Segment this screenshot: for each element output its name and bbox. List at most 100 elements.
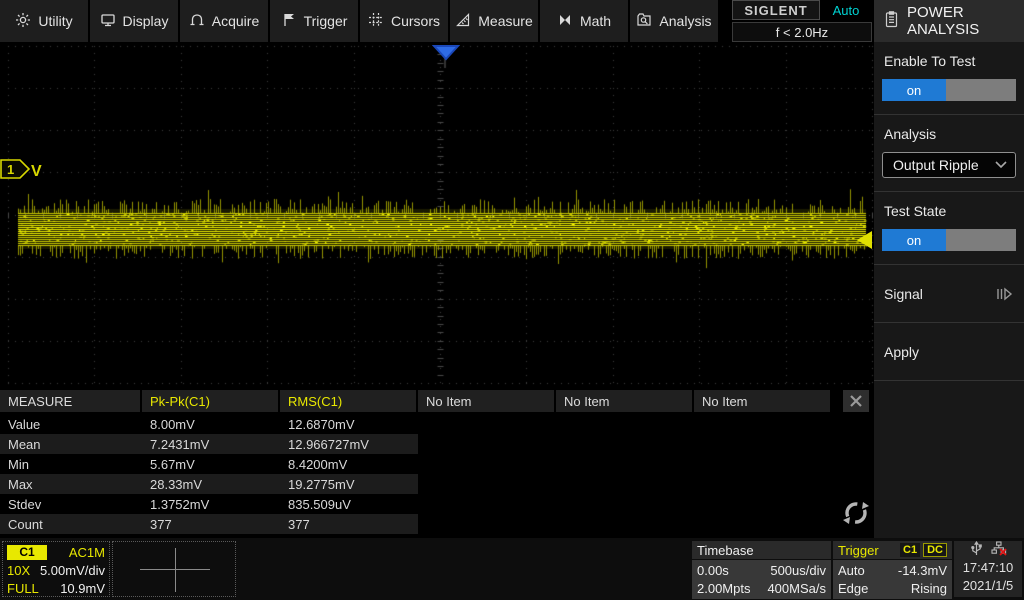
trigger-mode: Auto (838, 562, 865, 578)
measure-row-stdev: Stdev 1.3752mV 835.509uV (0, 494, 874, 514)
measure-close-button[interactable] (843, 390, 869, 412)
trigger-descriptor[interactable]: Trigger C1 DC Auto -14.3mV Edge Rising (833, 541, 952, 599)
system-time: 17:47:10 (962, 560, 1014, 575)
empty-channel-slot[interactable] (112, 541, 236, 597)
channel1-level-marker[interactable]: 1 V (0, 158, 44, 180)
test-state-toggle[interactable]: on (882, 229, 1016, 251)
apply-button[interactable]: Apply (874, 323, 1024, 381)
measure-icon (455, 12, 471, 31)
trigger-title: Trigger (838, 542, 879, 558)
row-label: Count (0, 514, 142, 534)
menu-display[interactable]: Display (90, 0, 178, 42)
row-label: Max (0, 474, 142, 494)
toggle-off-state (946, 229, 1016, 251)
channel1-bandwidth: FULL (7, 580, 39, 596)
measure-row-count: Count 377 377 (0, 514, 874, 534)
measure-col-noitem-1[interactable]: No Item (418, 390, 556, 412)
bottom-status-bar: C1 AC1M 10X 5.00mV/div FULL 10.9mV Timeb… (0, 538, 1024, 600)
menu-measure[interactable]: Measure (450, 0, 538, 42)
menu-analysis[interactable]: Analysis (630, 0, 718, 42)
timebase-delay: 0.00s (697, 562, 729, 578)
trigger-coupling-badge: DC (923, 543, 947, 557)
row-label: Mean (0, 434, 142, 454)
cell-value: 377 (280, 514, 418, 534)
signal-menu-button[interactable]: Signal (874, 265, 1024, 323)
math-icon (557, 12, 573, 31)
test-state-label: Test State (884, 203, 947, 219)
menu-cursors-label: Cursors (390, 13, 440, 29)
timebase-descriptor[interactable]: Timebase 0.00s 500us/div 2.00Mpts 400MSa… (692, 541, 831, 599)
apply-label: Apply (884, 343, 920, 360)
measure-col-noitem-2[interactable]: No Item (556, 390, 694, 412)
measure-title: MEASURE (0, 390, 142, 412)
channel1-attenuation: 10X (7, 562, 31, 578)
timebase-title: Timebase (692, 541, 831, 559)
cell-value: 1.3752mV (150, 496, 210, 512)
measure-col-rms[interactable]: RMS(C1) (280, 390, 418, 412)
flag-icon (281, 12, 297, 31)
analysis-type-dropdown[interactable]: Output Ripple (882, 152, 1016, 178)
menu-math-label: Math (579, 13, 612, 29)
menu-trigger-label: Trigger (303, 13, 348, 29)
measure-col-noitem-3[interactable]: No Item (694, 390, 832, 412)
toggle-off-state (946, 79, 1016, 101)
system-date: 2021/1/5 (962, 578, 1014, 593)
refresh-icon (843, 502, 869, 524)
crosshair-icon (175, 548, 176, 592)
submenu-arrow-icon (997, 287, 1013, 300)
channel1-offset: 10.9mV (60, 580, 105, 596)
section-test-state: Test State on (874, 192, 1024, 265)
menu-measure-label: Measure (478, 13, 533, 29)
cell-value: 835.509uV (288, 496, 351, 512)
clipboard-icon (884, 10, 899, 32)
timebase-memdepth: 2.00Mpts (697, 580, 751, 596)
signal-label: Signal (884, 285, 923, 302)
panel-title: POWER ANALYSIS (907, 4, 980, 38)
cell-value: 8.4200mV (288, 456, 348, 472)
measure-header-row: MEASURE Pk-Pk(C1) RMS(C1) No Item No Ite… (0, 390, 874, 412)
toggle-on-state: on (882, 79, 946, 101)
trigger-position-marker[interactable] (432, 45, 460, 61)
cell-value: 377 (142, 514, 280, 534)
status-block: SIGLENT Auto f < 2.0Hz (732, 0, 872, 42)
analysis-label: Analysis (884, 126, 937, 142)
cell-value: 12.966727mV (280, 434, 418, 454)
enable-to-test-label: Enable To Test (884, 53, 976, 69)
menu-math[interactable]: Math (540, 0, 628, 42)
toggle-on-state: on (882, 229, 946, 251)
statistics-reset-button[interactable] (843, 500, 869, 526)
trigger-level-marker[interactable] (855, 230, 873, 250)
cell-value: 19.2775mV (280, 474, 418, 494)
gear-icon (15, 12, 31, 31)
measure-col-pkpk[interactable]: Pk-Pk(C1) (142, 390, 280, 412)
channel1-scale: 5.00mV/div (39, 562, 105, 578)
measure-row-max: Max 28.33mV 19.2775mV (0, 474, 874, 494)
menu-utility[interactable]: Utility (0, 0, 88, 42)
usb-icon (970, 540, 983, 559)
menu-trigger[interactable]: Trigger (270, 0, 358, 42)
clock-panel[interactable]: 17:47:10 2021/1/5 (954, 540, 1022, 597)
chevron-down-icon (995, 161, 1007, 169)
oscilloscope-screen: Utility Display Acquire Trigger Cursors … (0, 0, 1024, 600)
menu-acquire[interactable]: Acquire (180, 0, 268, 42)
cell-value: 28.33mV (142, 474, 280, 494)
channel1-descriptor[interactable]: C1 AC1M 10X 5.00mV/div FULL 10.9mV (2, 541, 110, 597)
cell-value: 7.2431mV (142, 434, 280, 454)
display-icon (100, 12, 116, 31)
cell-value: 12.6870mV (288, 416, 355, 432)
measure-row-mean: Mean 7.2431mV 12.966727mV (0, 434, 874, 454)
channel1-marker-unit: V (31, 163, 42, 180)
channel1-badge: C1 (7, 544, 47, 560)
analysis-selected-value: Output Ripple (893, 157, 979, 173)
acquire-icon (189, 12, 205, 31)
row-label: Value (8, 416, 41, 432)
frequency-counter: f < 2.0Hz (732, 22, 872, 42)
menu-cursors[interactable]: Cursors (360, 0, 448, 42)
lan-disconnected-icon (990, 541, 1007, 559)
menu-display-label: Display (122, 13, 169, 29)
menu-acquire-label: Acquire (211, 13, 260, 29)
timebase-scale: 500us/div (770, 562, 826, 578)
waveform-display[interactable] (0, 42, 874, 390)
measure-row-value: Value 8.00mV 12.6870mV (0, 414, 874, 434)
enable-to-test-toggle[interactable]: on (882, 79, 1016, 101)
